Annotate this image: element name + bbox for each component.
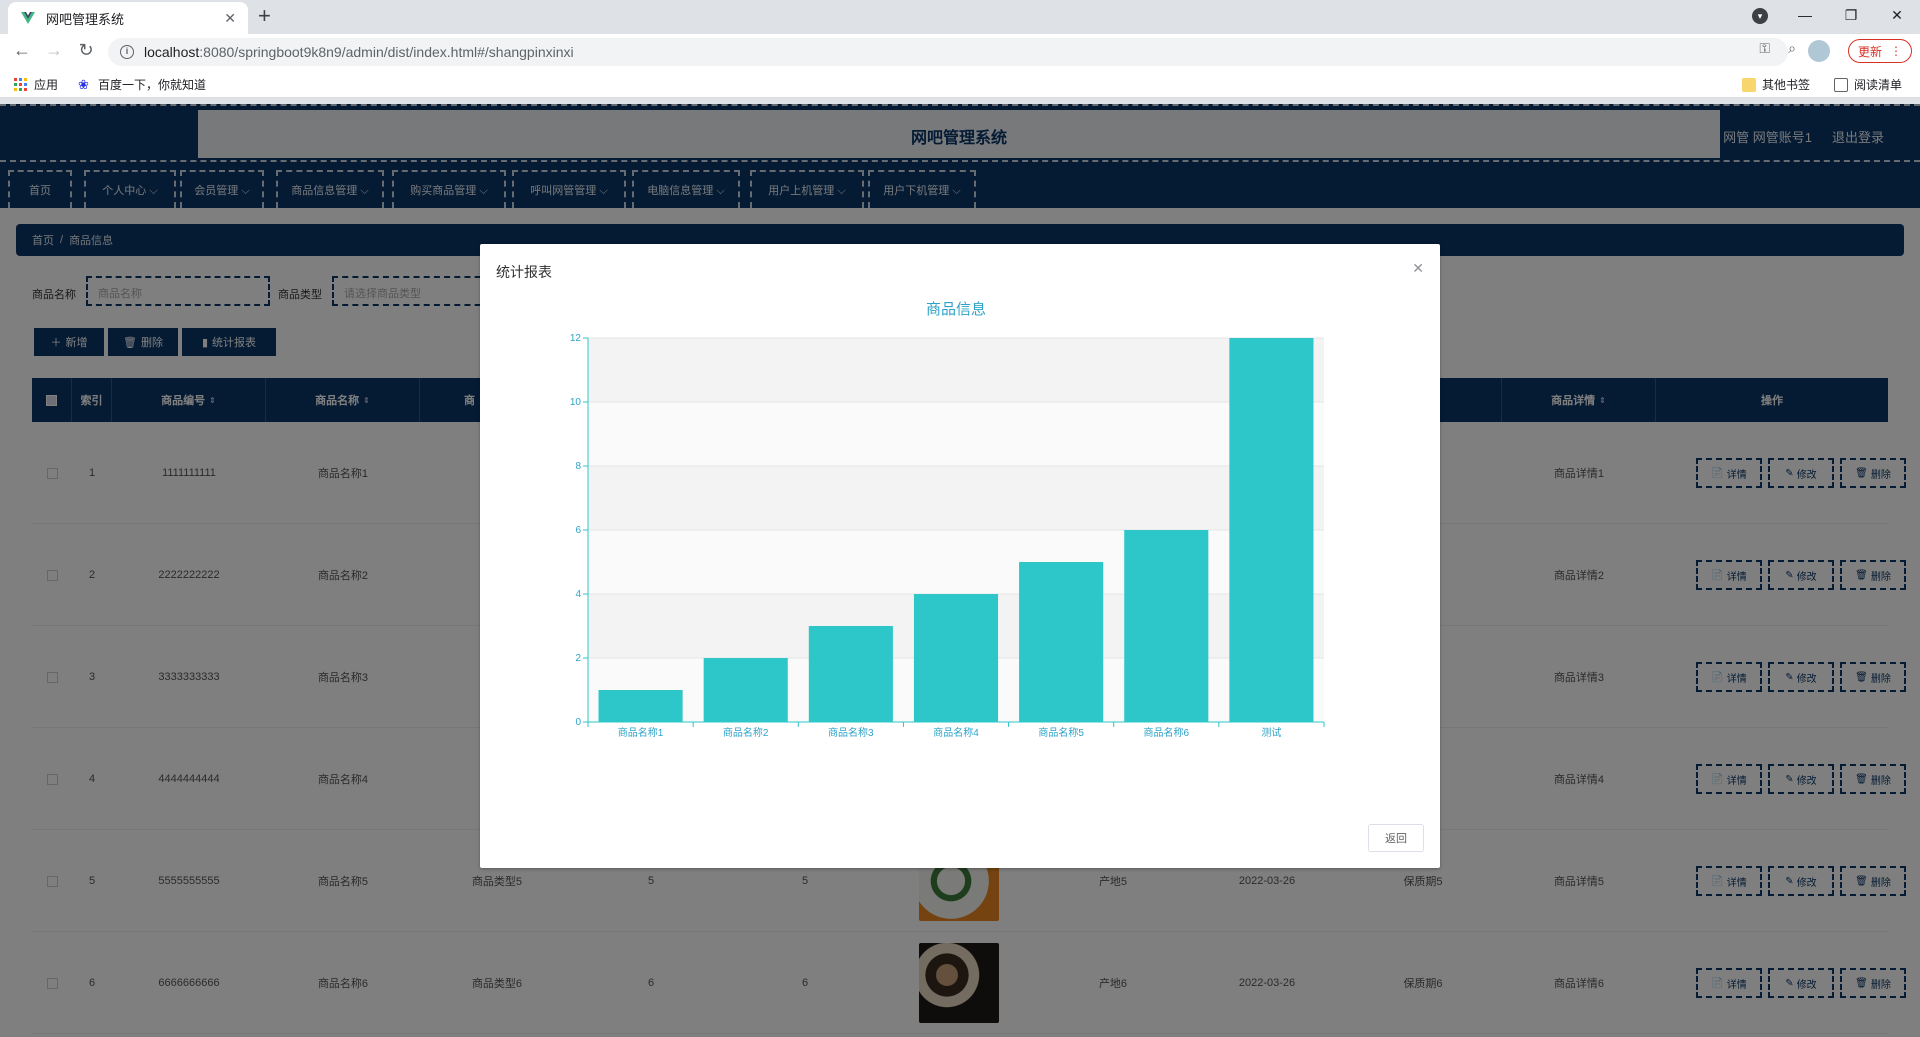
y-tick-label: 0 [575,717,581,728]
vue-icon [21,12,35,24]
y-tick-label: 2 [575,653,581,664]
bar [1124,530,1209,722]
apps-grid-icon [14,77,27,91]
bar-chart: 商品信息 0 2 4 6 8 10 12 商品名称1 商品名称2 商品名称3 商品名称4 商品名称5 商品… [570,301,1325,739]
close-icon[interactable]: ✕ [224,10,236,27]
browser-tab[interactable]: 网吧管理系统 ✕ [8,2,248,34]
folder-icon [1742,77,1756,92]
y-tick-label: 10 [570,397,582,408]
grid-band [588,530,1324,594]
reading-list-icon [1834,77,1848,92]
bar [703,658,788,722]
bookmark-reading[interactable]: 阅读清单 [1834,76,1902,93]
more-icon: ⋮ [1890,44,1902,58]
bar [913,594,999,722]
close-icon[interactable]: ✕ [1412,260,1424,277]
baidu-icon: ❀ [78,76,89,92]
window-close-icon[interactable]: ✕ [1874,7,1920,24]
y-tick-label: 8 [575,461,581,472]
bar [1229,338,1314,722]
url-input[interactable]: i localhost:8080/springboot9k8n9/admin/d… [108,38,1788,66]
window-controls: — ❐ ✕ [1782,0,1920,30]
y-tick-label: 6 [575,525,581,536]
x-tick-label: 商品名称5 [1038,726,1084,739]
profile-dropdown-icon[interactable]: ▾ [1752,8,1768,24]
bookmark-other[interactable]: 其他书签 [1742,76,1810,93]
zoom-icon[interactable]: ⌕ [1788,40,1796,57]
bookmark-baidu[interactable]: ❀ 百度一下，你就知道 [78,76,206,93]
x-tick-label: 商品名称6 [1144,726,1190,739]
url-host: localhost [144,44,200,60]
update-label: 更新 [1857,44,1882,59]
bookmark-baidu-label: 百度一下，你就知道 [98,78,207,92]
forward-icon[interactable]: → [42,40,66,61]
dialog-title: 统计报表 [496,264,552,280]
x-tick-label: 商品名称1 [618,726,664,739]
x-tick-label: 商品名称2 [723,726,769,739]
bookmark-other-label: 其他书签 [1762,78,1811,92]
return-button[interactable]: 返回 [1368,824,1424,852]
bar [1019,562,1104,722]
bar [808,626,893,722]
y-tick-label: 12 [570,333,582,344]
browser-tabbar: 网吧管理系统 ✕ + ▾ — ❐ ✕ [0,0,1920,34]
bookmarks-bar: 应用 ❀ 百度一下，你就知道 其他书签 阅读清单 [0,70,1920,98]
address-bar: ← → ↻ i localhost:8080/springboot9k8n9/a… [0,34,1920,70]
grid-band [588,338,1324,402]
bookmark-apps[interactable]: 应用 [14,76,58,93]
bar [598,690,683,722]
update-button[interactable]: 更新 ⋮ [1848,39,1912,63]
report-dialog: 统计报表 ✕ 商品信息 0 2 4 6 8 10 12 商品名称1 商品名称2 商品名称3 商品名称4… [480,244,1440,868]
url-path: :8080/springboot9k8n9/admin/dist/index.h… [199,44,574,60]
back-icon[interactable]: ← [10,40,34,61]
new-tab-icon[interactable]: + [258,5,271,27]
tab-title: 网吧管理系统 [46,11,125,27]
minimize-icon[interactable]: — [1782,7,1828,23]
reload-icon[interactable]: ↻ [74,40,98,61]
chart-title: 商品信息 [926,301,986,318]
x-tick-label: 商品名称3 [828,726,874,739]
info-icon[interactable]: i [120,45,134,59]
avatar[interactable] [1808,40,1830,62]
grid-band [588,402,1324,466]
y-tick-label: 4 [575,589,581,600]
bookmark-reading-label: 阅读清单 [1854,78,1903,92]
bookmark-apps-label: 应用 [34,78,59,92]
key-icon[interactable]: ⚿ [1759,40,1770,57]
x-tick-label: 测试 [1261,726,1281,739]
grid-band [588,466,1324,530]
x-tick-label: 商品名称4 [933,726,979,739]
restore-icon[interactable]: ❐ [1828,7,1874,24]
